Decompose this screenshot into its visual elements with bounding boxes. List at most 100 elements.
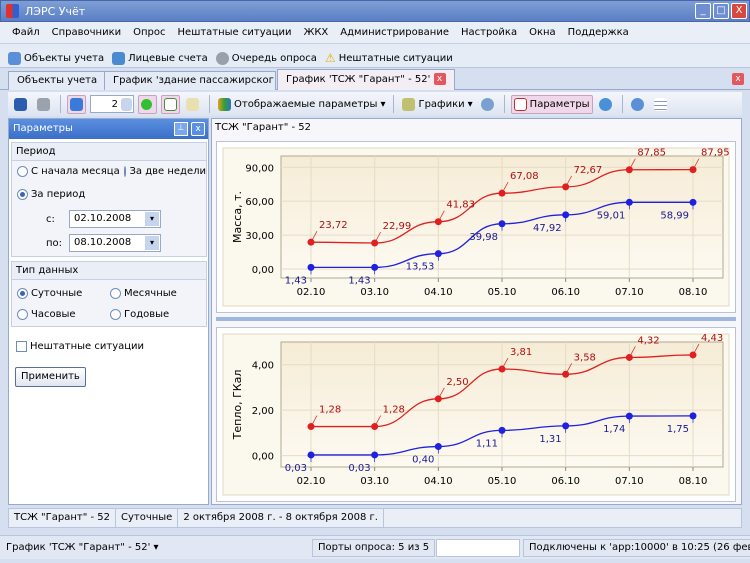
spinner-arrows-icon[interactable] <box>121 97 132 111</box>
menu-emergency[interactable]: Нештатные ситуации <box>178 27 292 43</box>
menu-admin[interactable]: Администрирование <box>340 27 449 43</box>
flag-icon[interactable] <box>67 94 86 114</box>
line-width-spinner[interactable]: 2 <box>90 95 134 113</box>
calendar-dropdown-icon[interactable]: ▾ <box>145 236 159 250</box>
tab-objects[interactable]: Объекты учета <box>8 71 107 90</box>
status-bar: График 'ТСЖ "Гарант" - 52' ▾ Порты опрос… <box>0 535 750 559</box>
menu-file[interactable]: Файл <box>12 27 40 43</box>
charts-button[interactable]: Графики ▾ <box>400 95 474 114</box>
data-point <box>434 218 442 226</box>
data-label: 87,85 <box>637 148 666 159</box>
apply-button[interactable]: Применить <box>15 367 86 387</box>
to-date-input[interactable]: 08.10.2008 ▾ <box>69 234 161 252</box>
tab-chart-garant[interactable]: График 'ТСЖ "Гарант" - 52' x <box>277 69 455 90</box>
x-tick-label: 03.10 <box>360 287 389 298</box>
datatype-label: Тип данных <box>12 262 206 280</box>
label: Отображаемые параметры <box>234 98 378 110</box>
quick-accounts-button[interactable]: Лицевые счета <box>112 49 208 67</box>
menu-housing[interactable]: ЖКХ <box>304 27 329 43</box>
y-tick-label: 4,00 <box>252 361 274 372</box>
data-label: 39,98 <box>469 232 498 243</box>
data-point <box>689 351 697 359</box>
quick-emergency-button[interactable]: ⚠ Нештатные ситуации <box>325 49 453 67</box>
export-icon[interactable] <box>479 95 498 114</box>
smooth-line-icon[interactable] <box>161 94 180 114</box>
divider <box>60 95 61 113</box>
x-tick-label: 05.10 <box>488 476 517 487</box>
calendar-dropdown-icon[interactable]: ▾ <box>145 212 159 226</box>
y-tick-label: 2,00 <box>252 406 274 417</box>
refresh-icon[interactable] <box>597 95 616 114</box>
radio-for-period[interactable]: За период <box>17 189 85 200</box>
panel-header: Параметры ⊥ x <box>9 119 208 139</box>
home-icon[interactable] <box>629 95 648 114</box>
tab-chart-building[interactable]: График 'здание пассажирског... <box>104 71 276 90</box>
chart-splitter[interactable] <box>216 317 736 321</box>
legend-icon[interactable] <box>184 95 203 114</box>
period-group: Период С начала месяца За две недели За … <box>11 142 207 257</box>
window-selector[interactable]: График 'ТСЖ "Гарант" - 52' ▾ <box>6 542 159 553</box>
emergency-checkbox[interactable]: Нештатные ситуации <box>16 341 144 352</box>
data-label: 1,74 <box>603 424 625 435</box>
chart-toolbar: 2 Отображаемые параметры ▾ Графики ▾ Парам… <box>8 92 742 116</box>
x-tick-label: 05.10 <box>488 287 517 298</box>
params-button[interactable]: Параметры <box>510 94 593 114</box>
info-bar: ТСЖ "Гарант" - 52 Суточные 2 октября 200… <box>8 508 742 528</box>
label: Очередь опроса <box>231 52 317 64</box>
mass-chart: 02.10 03.10 04.10 05.10 06.10 07.10 08.10 0,00 3… <box>216 141 736 313</box>
menu-support[interactable]: Поддержка <box>568 27 629 43</box>
divider <box>621 95 623 113</box>
from-date-input[interactable]: 02.10.2008 ▾ <box>69 210 161 228</box>
radio-two-weeks[interactable]: За две недели <box>124 166 206 177</box>
menu-windows[interactable]: Окна <box>529 27 556 43</box>
x-tick-label: 07.10 <box>615 287 644 298</box>
data-label: 4,32 <box>637 335 659 346</box>
y-tick-label: 0,00 <box>252 452 274 463</box>
print-icon[interactable] <box>35 95 54 114</box>
label: Нештатные ситуации <box>338 52 453 64</box>
radio-hourly[interactable]: Часовые <box>17 309 76 320</box>
menu-poll[interactable]: Опрос <box>133 27 165 43</box>
close-tab-icon[interactable]: x <box>433 73 446 85</box>
menu-references[interactable]: Справочники <box>52 27 122 43</box>
y-axis-label: Тепло, ГКал <box>231 370 244 441</box>
radio-from-month[interactable]: С начала месяца <box>17 166 120 177</box>
panel-title: Параметры <box>13 123 73 134</box>
data-label: 1,28 <box>383 405 405 416</box>
pin-icon[interactable]: ⊥ <box>174 122 188 136</box>
info-datatype: Суточные <box>116 509 179 527</box>
data-point <box>434 395 442 403</box>
save-icon[interactable] <box>12 95 31 114</box>
to-label: по: <box>46 238 63 249</box>
data-label: 47,92 <box>533 223 562 234</box>
data-point <box>498 365 506 373</box>
object-title: ТСЖ "Гарант" - 52 <box>215 122 311 133</box>
radio-monthly[interactable]: Месячные <box>110 288 177 299</box>
radio-daily[interactable]: Суточные <box>17 288 82 299</box>
radio-yearly[interactable]: Годовые <box>110 309 169 320</box>
divider <box>503 95 505 113</box>
value: 08.10.2008 <box>74 237 132 248</box>
minimize-button[interactable]: _ <box>695 3 711 19</box>
close-button[interactable]: X <box>731 3 747 19</box>
info-object: ТСЖ "Гарант" - 52 <box>9 509 116 527</box>
x-tick-label: 08.10 <box>679 476 708 487</box>
label: Часовые <box>31 309 76 320</box>
points-toggle-icon[interactable] <box>138 94 157 114</box>
data-label: 0,03 <box>348 463 370 474</box>
x-tick-label: 06.10 <box>551 287 580 298</box>
table-icon[interactable] <box>652 95 671 114</box>
maximize-button[interactable]: □ <box>713 3 729 19</box>
data-label: 1,28 <box>319 405 341 416</box>
close-panel-icon[interactable]: x <box>191 122 205 136</box>
menu-settings[interactable]: Настройка <box>461 27 517 43</box>
params-panel: Параметры ⊥ x Период С начала месяца За … <box>8 118 209 505</box>
quick-objects-button[interactable]: Объекты учета <box>8 49 104 67</box>
quick-queue-button[interactable]: Очередь опроса <box>215 49 317 67</box>
display-params-button[interactable]: Отображаемые параметры ▾ <box>216 95 387 114</box>
window-title: ЛЭРС Учёт <box>25 5 86 18</box>
data-label: 1,11 <box>476 438 498 449</box>
close-all-tabs-icon[interactable]: x <box>732 73 744 85</box>
x-tick-label: 08.10 <box>679 287 708 298</box>
from-label: с: <box>46 214 55 225</box>
